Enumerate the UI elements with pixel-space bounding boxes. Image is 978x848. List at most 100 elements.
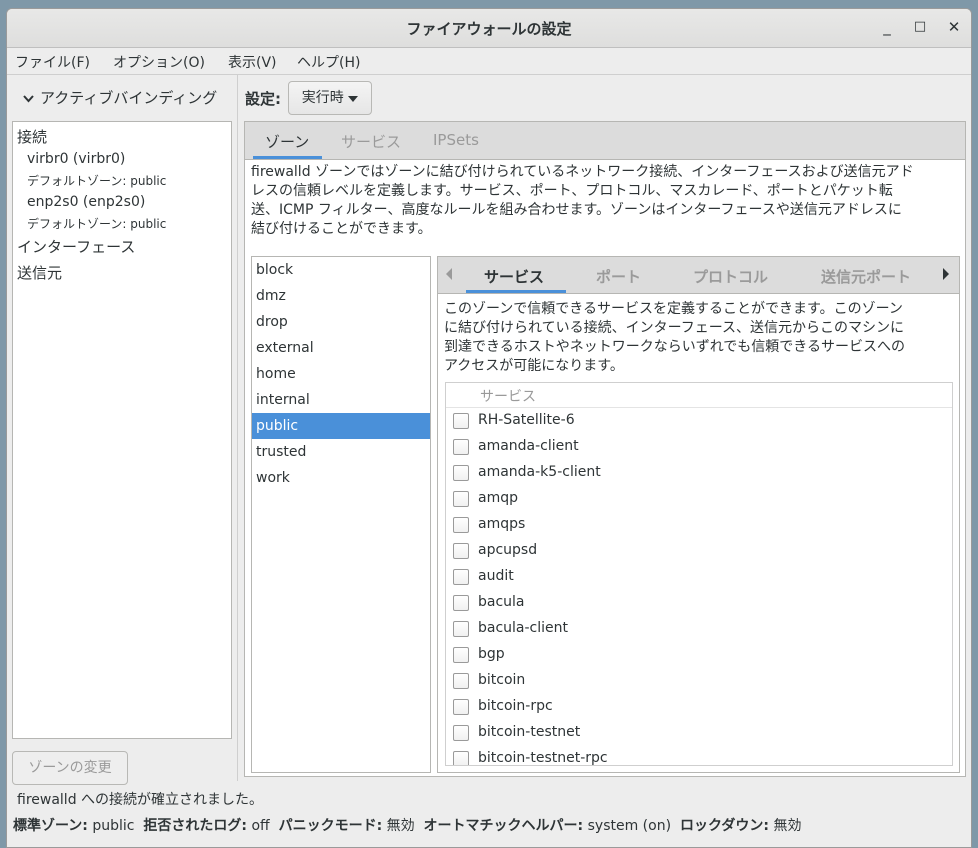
menu-file[interactable]: ファイル(F) xyxy=(15,52,90,72)
panel-divider[interactable] xyxy=(237,75,238,781)
service-row[interactable]: amqp xyxy=(446,486,952,512)
zone-item[interactable]: internal xyxy=(252,387,430,413)
service-checkbox[interactable] xyxy=(453,699,469,715)
service-row[interactable]: bacula-client xyxy=(446,616,952,642)
service-checkbox[interactable] xyxy=(453,439,469,455)
status-bar: 標準ゾーン: public 拒否されたログ: off パニックモード: 無効 オ… xyxy=(13,815,801,835)
active-bindings-expander[interactable]: アクティブバインディング xyxy=(23,87,217,108)
zone-item[interactable]: work xyxy=(252,465,430,491)
minimize-button[interactable]: _ xyxy=(877,17,897,37)
service-row[interactable]: bitcoin-testnet-rpc xyxy=(446,746,952,765)
main-notebook: ゾーン サービス IPSets firewalld ゾーンではゾーンに結び付けら… xyxy=(244,121,966,777)
service-row[interactable]: RH-Satellite-6 xyxy=(446,408,952,434)
zone-item[interactable]: dmz xyxy=(252,283,430,309)
service-checkbox[interactable] xyxy=(453,595,469,611)
service-checkbox[interactable] xyxy=(453,621,469,637)
tab-scroll-left-icon[interactable] xyxy=(446,268,452,284)
desc-line: に結び付けられている接続、インターフェース、送信元からこのマシンに xyxy=(444,320,905,336)
subtab-protocols[interactable]: プロトコル xyxy=(693,266,768,287)
service-checkbox[interactable] xyxy=(453,751,469,765)
menu-help[interactable]: ヘルプ(H) xyxy=(297,52,360,72)
zone-item-selected[interactable]: public xyxy=(252,413,430,439)
desc-line: 到達できるホストやネットワークならいずれでも信頼できるサービスへの xyxy=(444,339,906,355)
service-label: bacula-client xyxy=(478,620,569,636)
connection-zone: デフォルトゾーン: public xyxy=(27,217,167,231)
close-button[interactable]: ✕ xyxy=(944,17,964,37)
title-bar[interactable]: ファイアウォールの設定 _ □ ✕ xyxy=(7,9,971,48)
subtab-source-ports[interactable]: 送信元ポート xyxy=(821,266,911,287)
zone-item[interactable]: external xyxy=(252,335,430,361)
panic-mode-value: 無効 xyxy=(386,818,415,834)
connection-name[interactable]: virbr0 (virbr0) xyxy=(27,151,125,167)
bindings-list: 接続 virbr0 (virbr0) デフォルトゾーン: public enp2… xyxy=(12,121,232,739)
service-row[interactable]: amanda-k5-client xyxy=(446,460,952,486)
service-row[interactable]: bitcoin xyxy=(446,668,952,694)
tab-services[interactable]: サービス xyxy=(341,131,401,152)
menu-bar: ファイル(F) オプション(O) 表示(V) ヘルプ(H) xyxy=(7,48,971,75)
tab-scroll-right-icon[interactable] xyxy=(943,268,949,284)
service-checkbox[interactable] xyxy=(453,543,469,559)
menu-view[interactable]: 表示(V) xyxy=(228,52,277,72)
service-label: bacula xyxy=(478,594,525,610)
maximize-button[interactable]: □ xyxy=(910,17,930,37)
connection-zone: デフォルトゾーン: public xyxy=(27,174,167,188)
service-label: RH-Satellite-6 xyxy=(478,412,575,428)
service-label: amanda-client xyxy=(478,438,579,454)
service-row[interactable]: amqps xyxy=(446,512,952,538)
lockdown-value: 無効 xyxy=(773,818,802,834)
firewall-window: ファイアウォールの設定 _ □ ✕ ファイル(F) オプション(O) 表示(V)… xyxy=(6,8,972,848)
service-label: audit xyxy=(478,568,514,584)
service-row[interactable]: bitcoin-testnet xyxy=(446,720,952,746)
service-label: apcupsd xyxy=(478,542,538,558)
panic-mode-label: パニックモード: xyxy=(278,818,383,834)
config-value: 実行時 xyxy=(301,90,344,106)
subtab-ports[interactable]: ポート xyxy=(596,266,641,287)
service-checkbox[interactable] xyxy=(453,413,469,429)
service-row[interactable]: bitcoin-rpc xyxy=(446,694,952,720)
desc-line: レスの信頼レベルを定義します。サービス、ポート、プロトコル、マスカレード、ポート… xyxy=(251,183,893,199)
connections-header[interactable]: 接続 xyxy=(17,126,47,147)
services-table: サービス RH-Satellite-6 amanda-client amanda… xyxy=(445,382,953,766)
config-dropdown[interactable]: 実行時 xyxy=(288,81,372,115)
zone-list: block dmz drop external home internal pu… xyxy=(251,256,431,773)
default-zone-label: 標準ゾーン: xyxy=(13,818,88,834)
desc-line: 結び付けることができます。 xyxy=(251,221,432,237)
service-checkbox[interactable] xyxy=(453,517,469,533)
active-bindings-panel: アクティブバインディング 接続 virbr0 (virbr0) デフォルトゾーン… xyxy=(7,75,237,807)
service-row[interactable]: bacula xyxy=(446,590,952,616)
config-label: 設定: xyxy=(245,90,281,108)
service-row[interactable]: apcupsd xyxy=(446,538,952,564)
active-bindings-label: アクティブバインディング xyxy=(40,89,218,107)
zone-item[interactable]: trusted xyxy=(252,439,430,465)
zone-item[interactable]: block xyxy=(252,257,430,283)
service-checkbox[interactable] xyxy=(453,465,469,481)
subtab-services[interactable]: サービス xyxy=(484,266,544,287)
status-message: firewalld への接続が確立されました。 xyxy=(17,792,264,808)
tab-zones[interactable]: ゾーン xyxy=(265,131,309,152)
menu-options[interactable]: オプション(O) xyxy=(113,52,205,72)
service-row[interactable]: bgp xyxy=(446,642,952,668)
service-row[interactable]: amanda-client xyxy=(446,434,952,460)
service-checkbox[interactable] xyxy=(453,725,469,741)
service-checkbox[interactable] xyxy=(453,673,469,689)
services-column-header[interactable]: サービス xyxy=(446,383,952,408)
dropdown-arrow-icon xyxy=(348,90,359,106)
desc-line: アクセスが可能になります。 xyxy=(444,358,624,374)
service-checkbox[interactable] xyxy=(453,569,469,585)
denied-log-value: off xyxy=(251,818,270,834)
chevron-down-icon xyxy=(23,89,34,107)
service-checkbox[interactable] xyxy=(453,647,469,663)
service-checkbox[interactable] xyxy=(453,491,469,507)
zone-item[interactable]: home xyxy=(252,361,430,387)
service-label: bgp xyxy=(478,646,505,662)
service-label: amqp xyxy=(478,490,518,506)
auto-helper-value: system (on) xyxy=(587,818,672,834)
connection-name[interactable]: enp2s0 (enp2s0) xyxy=(27,194,145,210)
sources-header[interactable]: 送信元 xyxy=(17,262,62,283)
service-row[interactable]: audit xyxy=(446,564,952,590)
interfaces-header[interactable]: インターフェース xyxy=(17,236,135,257)
zone-description: firewalld ゾーンではゾーンに結び付けられているネットワーク接続、インタ… xyxy=(251,163,959,239)
tab-ipsets[interactable]: IPSets xyxy=(433,131,479,149)
change-zone-button[interactable]: ゾーンの変更 xyxy=(12,751,128,785)
zone-item[interactable]: drop xyxy=(252,309,430,335)
